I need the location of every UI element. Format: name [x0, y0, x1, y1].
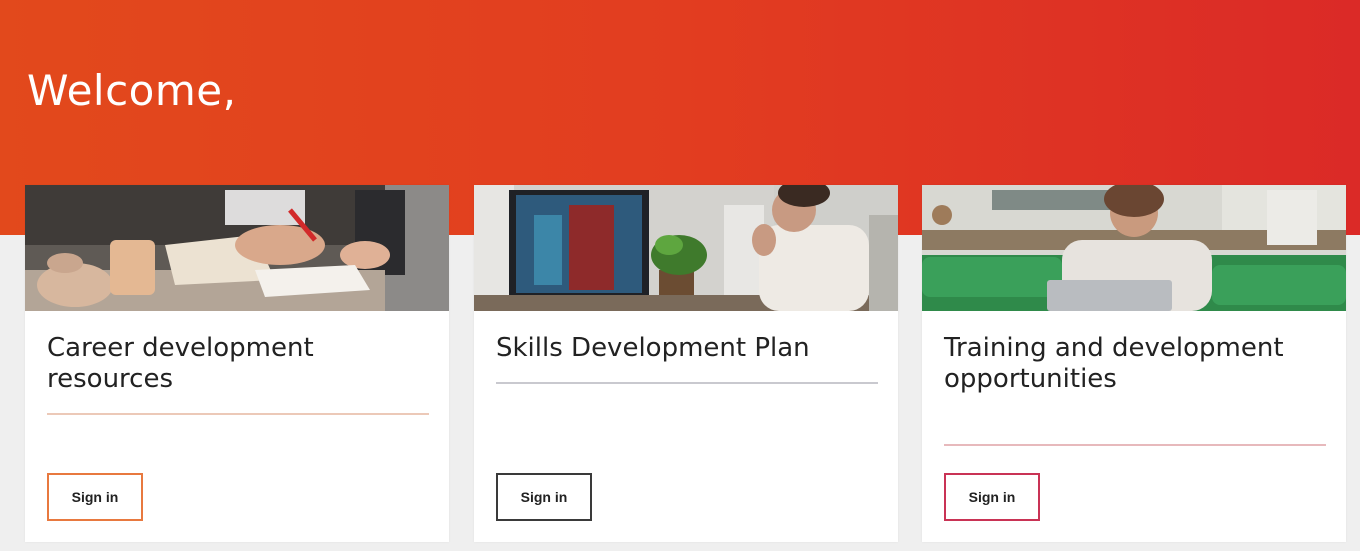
card-divider [944, 444, 1326, 446]
card-image-career [25, 185, 449, 311]
card-divider [47, 413, 429, 415]
card-title: Skills Development Plan [496, 333, 810, 363]
card-skills-development: Skills Development Plan Sign in [474, 185, 898, 542]
card-image-skills [474, 185, 898, 311]
welcome-heading: Welcome, [27, 66, 237, 115]
card-image-training [922, 185, 1346, 311]
sign-in-button[interactable]: Sign in [944, 473, 1040, 521]
card-training-development: Training and development opportunities S… [922, 185, 1346, 542]
card-title: Training and development opportunities [944, 333, 1284, 394]
sign-in-button[interactable]: Sign in [496, 473, 592, 521]
sign-in-button[interactable]: Sign in [47, 473, 143, 521]
card-title: Career development resources [47, 333, 314, 394]
card-career-development: Career development resources Sign in [25, 185, 449, 542]
card-divider [496, 382, 878, 384]
